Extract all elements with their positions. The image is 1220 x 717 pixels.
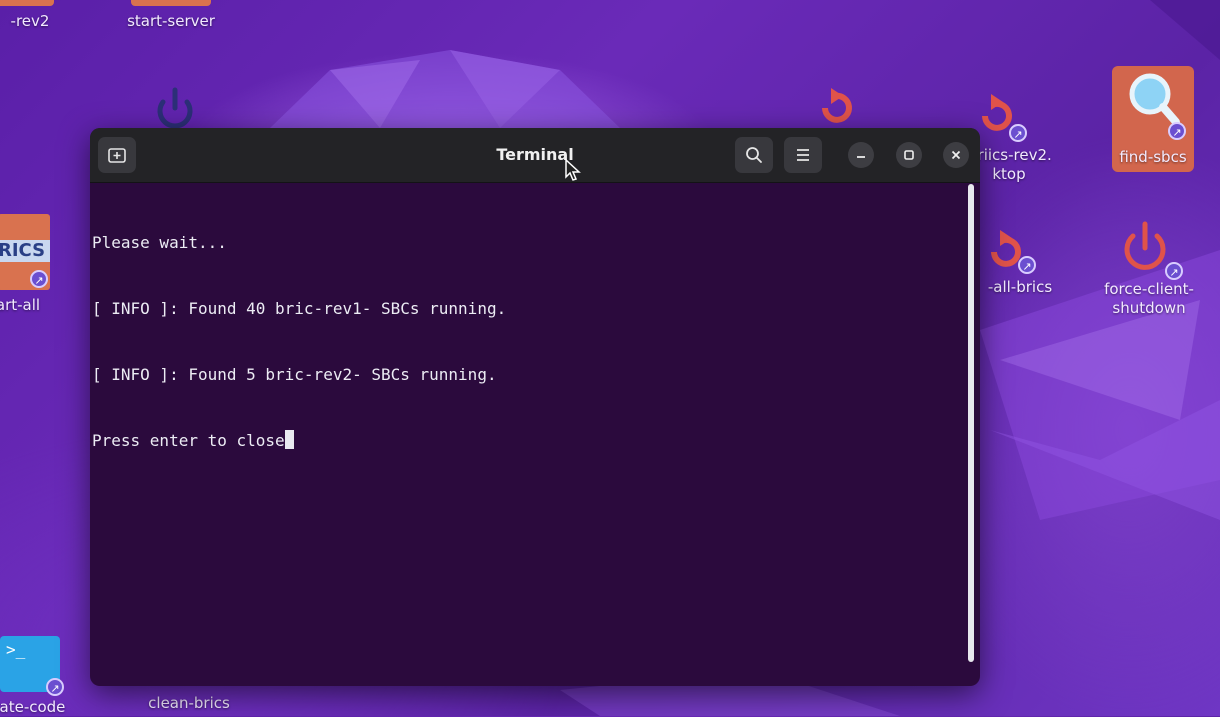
terminal-prompt-icon: >_: [6, 640, 26, 659]
terminal-line: [ INFO ]: Found 5 bric-rev2- SBCs runnin…: [92, 365, 497, 384]
desktop-icon-force-client-shutdown[interactable]: ↗ force-client- shutdown: [1090, 220, 1200, 318]
desktop-icon-label: art-all: [0, 296, 41, 314]
desktop-icon-label: -rev2: [10, 12, 50, 30]
shortcut-arrow-icon: ↗: [30, 270, 48, 288]
desktop-icon-start-all[interactable]: RICS ↗ art-all: [0, 214, 80, 315]
desktop-icon-find-sbcs[interactable]: ↗ find-sbcs: [1098, 66, 1208, 172]
terminal-output[interactable]: Please wait... [ INFO ]: Found 40 bric-r…: [92, 188, 960, 686]
close-button[interactable]: [943, 142, 969, 168]
terminal-prompt-line: Press enter to close: [92, 430, 960, 452]
restart-icon: [822, 88, 852, 123]
terminal-line: Press enter to close: [92, 431, 285, 450]
power-icon: [157, 87, 193, 129]
vertical-scrollbar[interactable]: [968, 184, 974, 662]
terminal-window[interactable]: Terminal Please wait... [INFO]: Found …: [90, 128, 980, 686]
desktop-icon-label: clean-brics: [148, 694, 230, 712]
desktop-icon-update-code[interactable]: >_ ↗ date-code: [0, 636, 66, 717]
window-title: Terminal: [496, 145, 574, 164]
desktop-icon-label: briics-rev2. ktop: [968, 146, 1052, 183]
shortcut-arrow-icon: ↗: [1168, 122, 1186, 140]
close-icon: [951, 150, 961, 160]
shortcut-arrow-icon: ↗: [1165, 262, 1183, 280]
shortcut-arrow-icon: ↗: [46, 678, 64, 696]
bricks-logo-icon: [0, 0, 54, 6]
search-icon: [746, 147, 762, 163]
search-button[interactable]: [735, 137, 773, 173]
terminal-titlebar[interactable]: Terminal: [90, 128, 980, 183]
terminal-line: [ INFO ]: Found 40 bric-rev1- SBCs runni…: [92, 299, 507, 318]
desktop-icon-label: force-client- shutdown: [1104, 280, 1194, 317]
menu-button[interactable]: [784, 137, 822, 173]
server-icon: [131, 0, 211, 6]
desktop-icon-power-partial[interactable]: [120, 86, 230, 134]
minimize-button[interactable]: [848, 142, 874, 168]
bricks-logo-icon: RICS ↗: [0, 214, 50, 290]
shortcut-arrow-icon: ↗: [1018, 256, 1036, 274]
minimize-icon: [857, 156, 865, 158]
terminal-line: Please wait...: [92, 233, 227, 252]
shortcut-arrow-icon: ↗: [1009, 124, 1027, 142]
maximize-icon: [904, 150, 914, 160]
mouse-pointer-icon: [565, 158, 581, 181]
rics-badge: RICS: [0, 240, 50, 262]
desktop-icon-rev2[interactable]: -rev2: [0, 0, 70, 31]
desktop-icon-label: start-server: [127, 12, 215, 30]
desktop-icon-label: -all-brics: [987, 278, 1053, 296]
desktop-icon-label: date-code: [0, 698, 66, 716]
maximize-button[interactable]: [896, 142, 922, 168]
desktop-icon-start-server[interactable]: start-server: [116, 0, 226, 31]
desktop-icon-restart-top[interactable]: [780, 86, 890, 132]
desktop-icon-clean-brics[interactable]: clean-brics: [134, 694, 244, 713]
text-cursor: [284, 430, 294, 449]
hamburger-menu-icon: [797, 149, 809, 161]
desktop-icon-label: find-sbcs: [1119, 148, 1187, 166]
